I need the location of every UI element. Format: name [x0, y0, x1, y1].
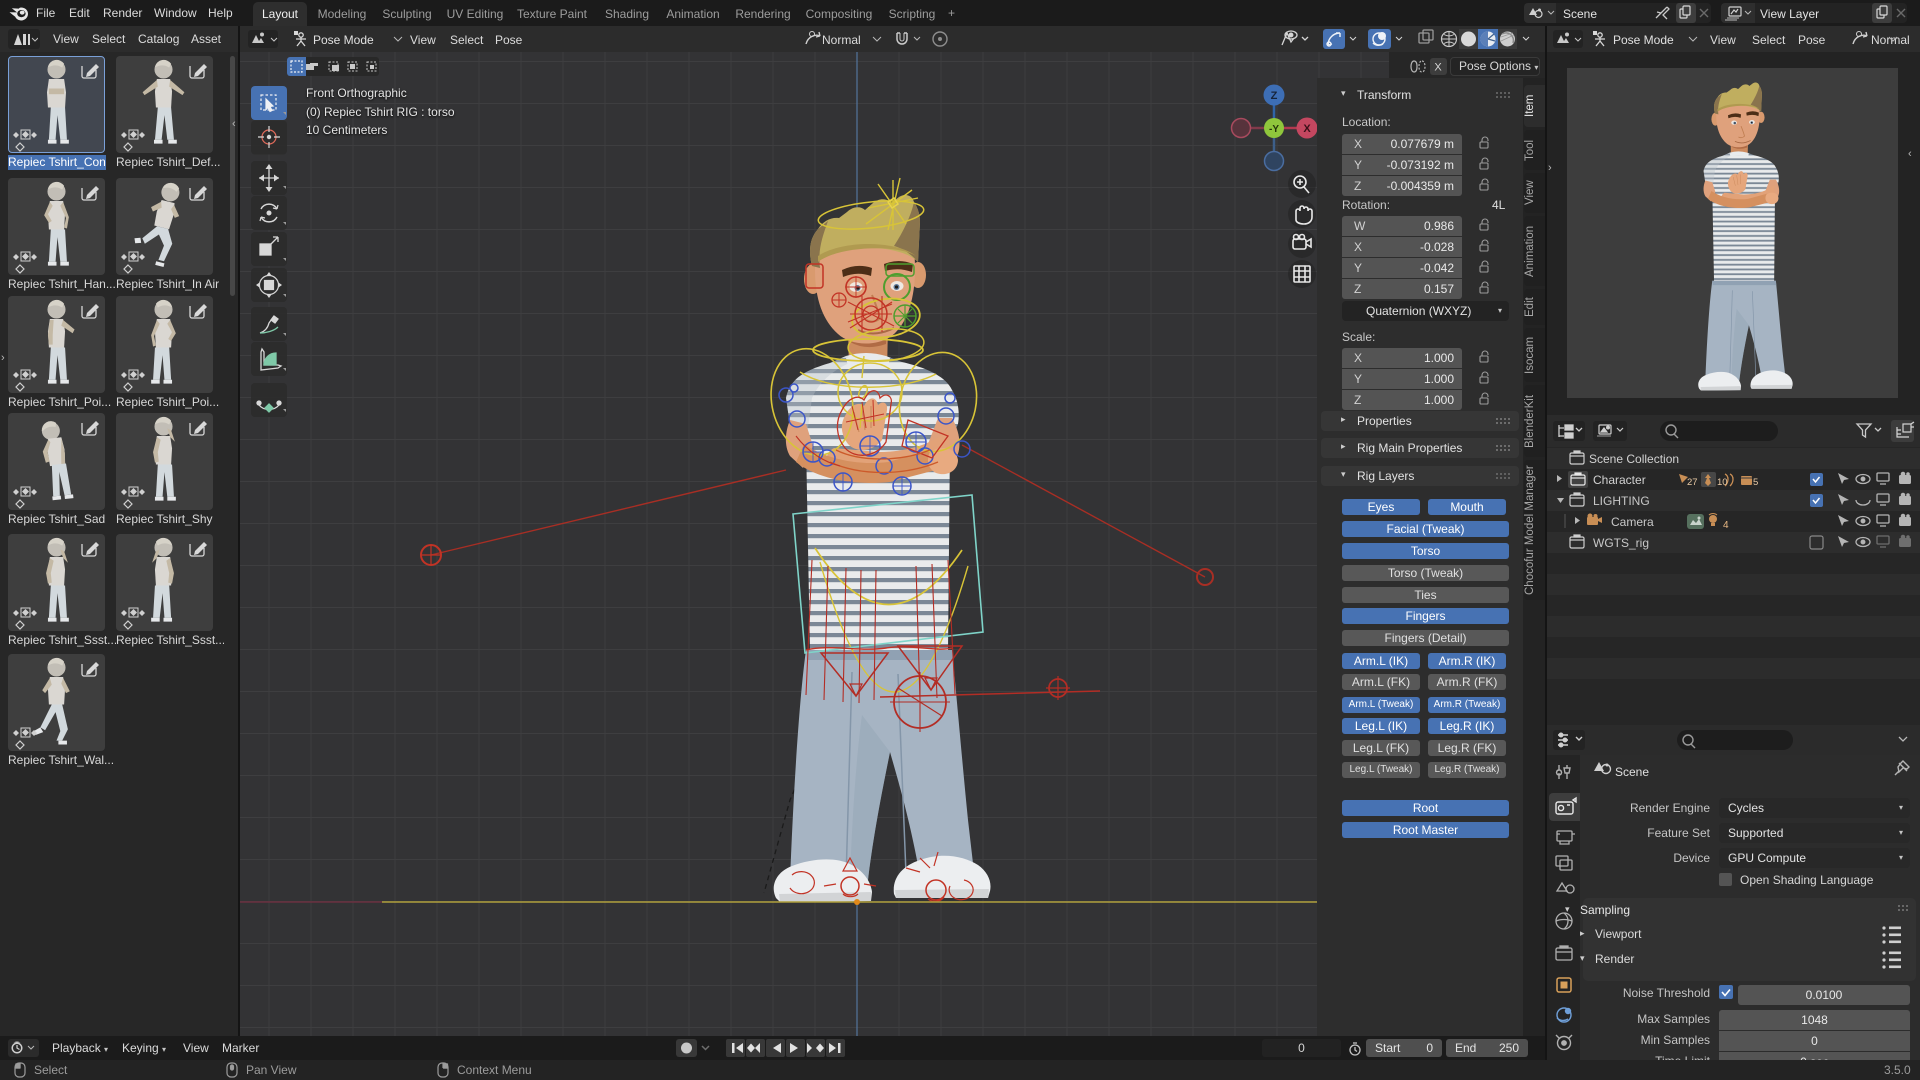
- svg-text:X: X: [1303, 123, 1311, 135]
- svg-text:X: X: [1434, 62, 1442, 74]
- svg-text:Z: Z: [1271, 90, 1278, 102]
- svg-text:-Y: -Y: [1269, 124, 1279, 135]
